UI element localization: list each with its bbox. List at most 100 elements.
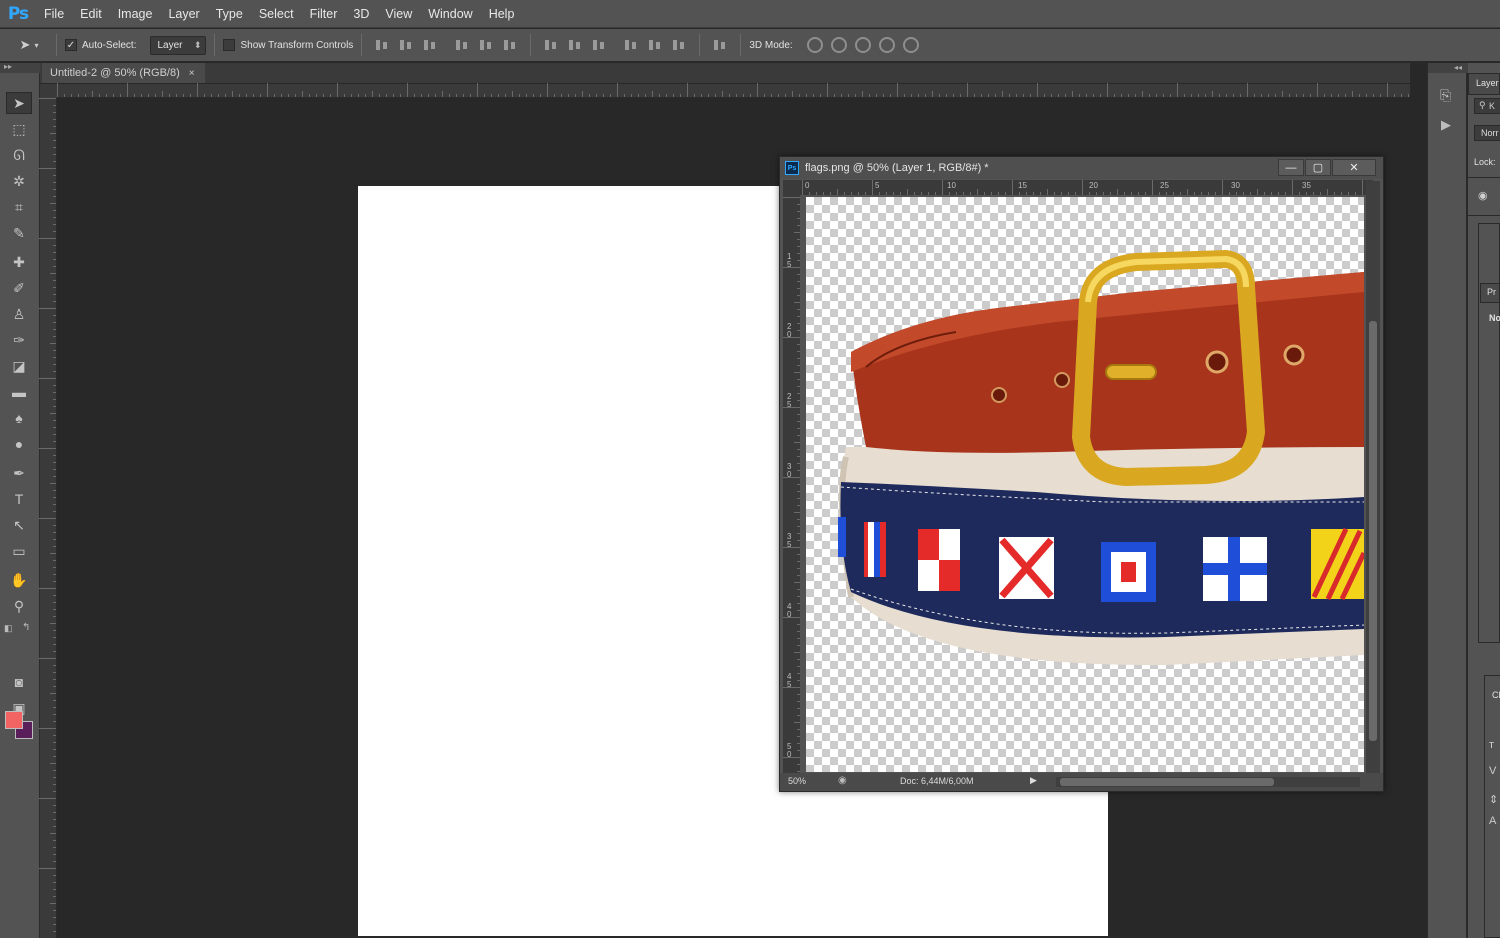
menu-filter[interactable]: Filter <box>302 0 346 28</box>
zoom-level[interactable]: 50% <box>788 776 806 786</box>
brush-tool-icon[interactable]: ✐ <box>6 277 32 299</box>
align-right-icon[interactable] <box>502 37 518 53</box>
marquee-tool-icon[interactable]: ⬚ <box>6 118 32 140</box>
type-tool-icon[interactable]: T <box>6 488 32 510</box>
magic-wand-tool-icon[interactable]: ✲ <box>6 170 32 192</box>
auto-select-label: Auto-Select: <box>82 39 137 51</box>
close-icon[interactable]: × <box>189 68 195 79</box>
eye-visibility-icon[interactable]: ◉ <box>1478 189 1488 202</box>
align-vcenter-icon[interactable] <box>398 37 414 53</box>
ruler-corner[interactable] <box>40 84 57 98</box>
horizontal-ruler[interactable] <box>57 83 1410 98</box>
menu-view[interactable]: View <box>377 0 420 28</box>
vertical-ruler[interactable] <box>39 98 57 938</box>
zoom-tool-icon[interactable]: ⚲ <box>6 595 32 617</box>
horizontal-ruler[interactable]: 0 5 10 15 20 25 30 35 <box>800 180 1373 195</box>
show-transform-checkbox[interactable] <box>223 39 236 51</box>
menu-edit[interactable]: Edit <box>72 0 110 28</box>
3d-pan-icon[interactable] <box>854 37 871 53</box>
menu-3d[interactable]: 3D <box>345 0 377 28</box>
toolbar-handle[interactable]: ▸▸ <box>0 62 40 73</box>
ruler-corner[interactable] <box>783 180 800 195</box>
layer-filter-search[interactable]: ⚲ K <box>1474 98 1500 114</box>
text-size-icon[interactable]: ᴛ <box>1489 739 1494 751</box>
menu-window[interactable]: Window <box>420 0 480 28</box>
foreground-color-swatch[interactable] <box>5 711 23 729</box>
3d-roll-icon[interactable] <box>830 37 847 53</box>
distribute-hcenter-icon[interactable] <box>647 37 663 53</box>
kerning-icon[interactable]: V <box>1489 765 1496 777</box>
menu-help[interactable]: Help <box>481 0 523 28</box>
menu-type[interactable]: Type <box>208 0 251 28</box>
history-panel-icon[interactable]: ⎘ <box>1440 87 1451 104</box>
vertical-ruler[interactable]: 1 5 2 0 2 5 3 0 3 5 4 0 4 5 5 0 <box>783 195 800 773</box>
align-bottom-icon[interactable] <box>422 37 438 53</box>
menu-select[interactable]: Select <box>251 0 302 28</box>
status-menu-arrow-icon[interactable]: ▶ <box>1030 775 1037 786</box>
window-title-bar[interactable]: Ps flags.png @ 50% (Layer 1, RGB/8#) * —… <box>780 157 1383 179</box>
align-hcenter-icon[interactable] <box>478 37 494 53</box>
scrollbar-thumb[interactable] <box>1060 778 1274 786</box>
distribute-bottom-icon[interactable] <box>591 37 607 53</box>
menu-layer[interactable]: Layer <box>160 0 207 28</box>
distribute-top-icon[interactable] <box>543 37 559 53</box>
align-left-icon[interactable] <box>454 37 470 53</box>
eraser-tool-icon[interactable]: ◪ <box>6 355 32 377</box>
close-button[interactable]: ✕ <box>1332 159 1376 176</box>
ruler-tick <box>53 609 56 610</box>
vertical-scale-icon[interactable]: ⇕ <box>1489 793 1498 806</box>
3d-scale-icon[interactable] <box>902 37 919 53</box>
dodge-tool-icon[interactable]: ● <box>6 433 32 455</box>
ruler-tick <box>797 666 800 667</box>
distribute-right-icon[interactable] <box>671 37 687 53</box>
auto-select-dropdown[interactable]: Layer <box>150 35 207 55</box>
ruler-tick <box>50 553 56 554</box>
path-selection-tool-icon[interactable]: ↖ <box>6 514 32 536</box>
auto-align-icon[interactable] <box>712 37 728 53</box>
3d-rotate-icon[interactable] <box>806 37 823 53</box>
stamp-tool-icon[interactable]: ♙ <box>6 303 32 325</box>
distribute-left-icon[interactable] <box>623 37 639 53</box>
move-tool-preset-icon[interactable]: ➤ ▾ <box>10 34 48 56</box>
distribute-vcenter-icon[interactable] <box>567 37 583 53</box>
actions-panel-icon[interactable]: ▶ <box>1441 117 1451 133</box>
character-panel-tab[interactable]: Cl <box>1492 690 1500 700</box>
ruler-tick <box>50 903 56 904</box>
gradient-tool-icon[interactable]: ▬ <box>6 381 32 403</box>
baseline-shift-icon[interactable]: A <box>1489 815 1496 827</box>
auto-select-checkbox[interactable]: ✓ <box>65 39 77 51</box>
history-brush-tool-icon[interactable]: ✑ <box>6 329 32 351</box>
floating-document-window[interactable]: Ps flags.png @ 50% (Layer 1, RGB/8#) * —… <box>779 156 1384 792</box>
scrollbar-thumb[interactable] <box>1369 321 1377 741</box>
pen-tool-icon[interactable]: ✒ <box>6 462 32 484</box>
hand-tool-icon[interactable]: ✋ <box>6 569 32 591</box>
crop-tool-icon[interactable]: ⌗ <box>6 196 32 218</box>
blend-mode-dropdown[interactable]: Norr <box>1474 125 1500 141</box>
ruler-tick <box>470 94 471 97</box>
swap-colors-icon[interactable]: ↰ <box>22 622 30 633</box>
vertical-scrollbar[interactable] <box>1366 181 1380 773</box>
ruler-tick <box>736 94 737 97</box>
layers-panel-tab[interactable]: Layer <box>1476 78 1499 88</box>
menu-file[interactable]: File <box>36 0 72 28</box>
healing-brush-tool-icon[interactable]: ✚ <box>6 251 32 273</box>
properties-panel-tab[interactable]: Pr <box>1487 287 1496 297</box>
maximize-button[interactable]: ▢ <box>1305 159 1331 176</box>
ruler-tick <box>1296 94 1297 97</box>
horizontal-scrollbar[interactable] <box>1056 777 1360 787</box>
minimize-button[interactable]: — <box>1278 159 1304 176</box>
eyedropper-tool-icon[interactable]: ✎ <box>6 222 32 244</box>
status-info-icon[interactable]: ◉ <box>838 775 847 786</box>
3d-slide-icon[interactable] <box>878 37 895 53</box>
align-top-icon[interactable] <box>374 37 390 53</box>
menu-image[interactable]: Image <box>110 0 161 28</box>
quick-mask-icon[interactable]: ◙ <box>6 671 32 693</box>
blur-tool-icon[interactable]: ♠ <box>6 407 32 429</box>
move-tool-icon[interactable]: ➤ <box>6 92 32 114</box>
shape-tool-icon[interactable]: ▭ <box>6 540 32 562</box>
transparent-canvas[interactable] <box>806 197 1364 772</box>
lasso-tool-icon[interactable]: ᘏ <box>6 144 32 166</box>
document-tab[interactable]: Untitled-2 @ 50% (RGB/8) × <box>42 63 205 83</box>
collapse-icon[interactable]: ◂◂ <box>1428 63 1468 73</box>
default-colors-icon[interactable]: ◧ <box>4 623 13 634</box>
